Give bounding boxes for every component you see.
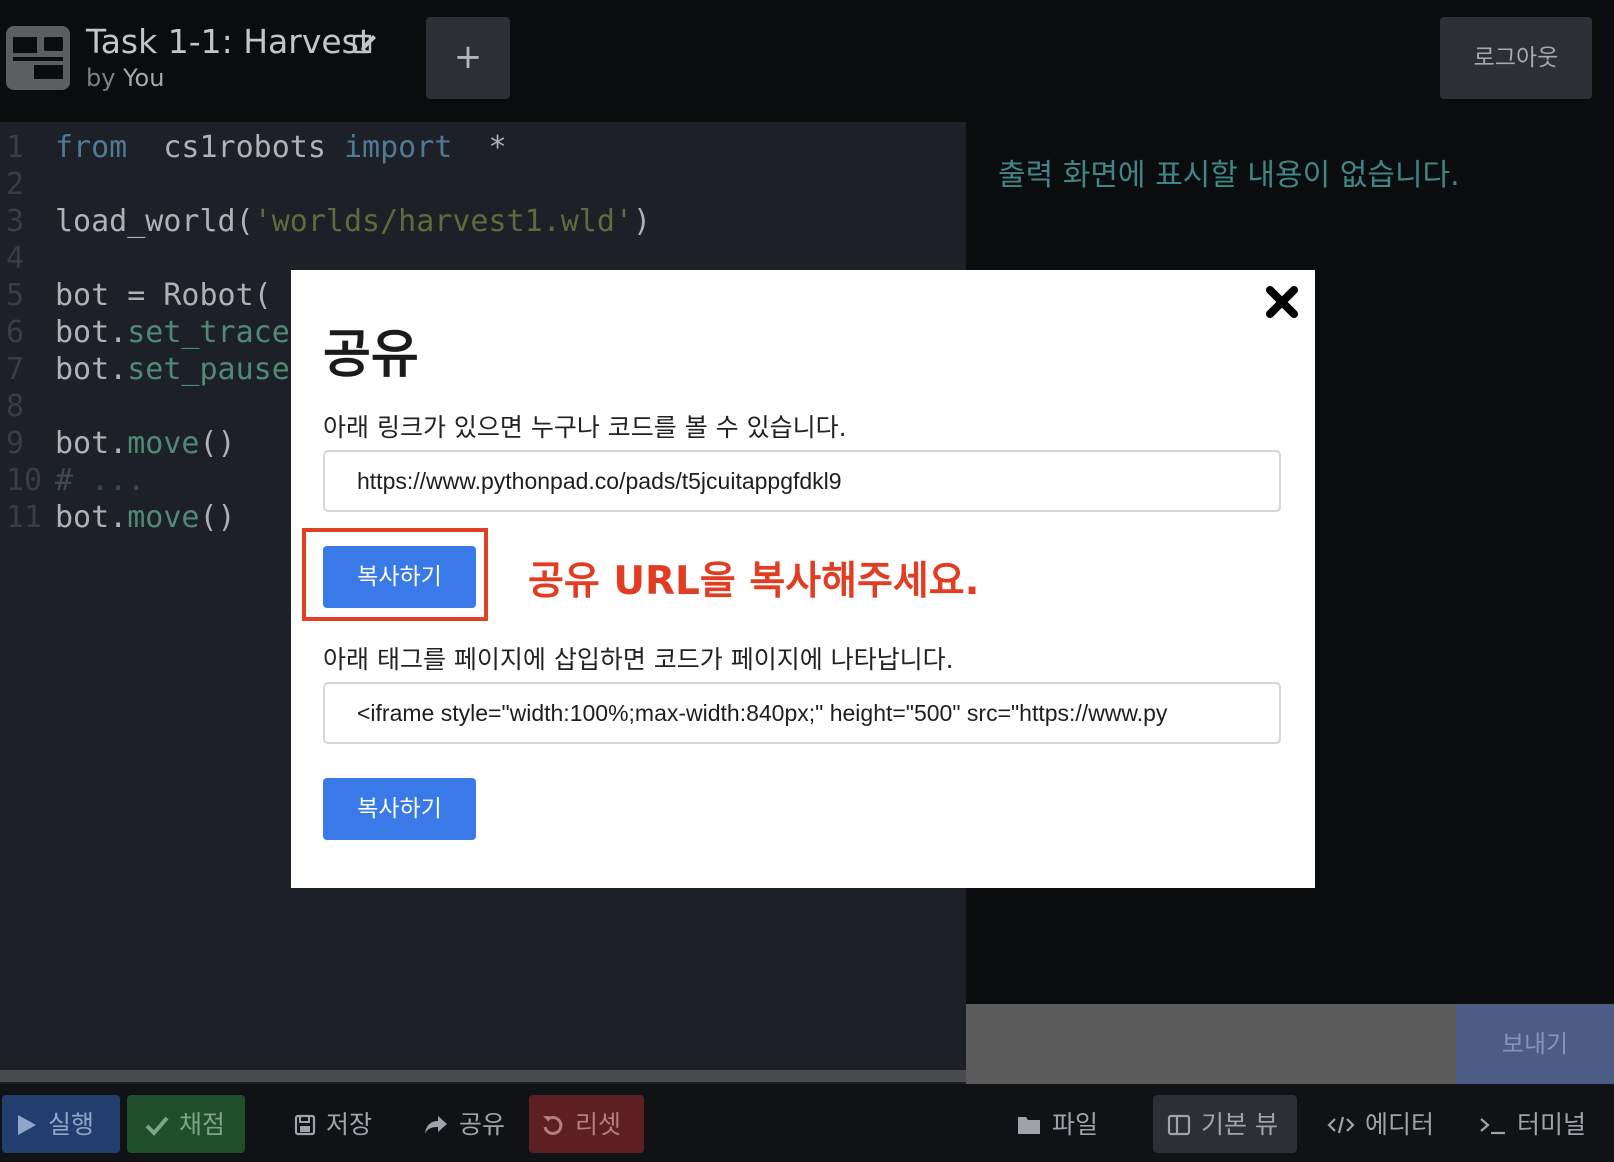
copy-embed-button[interactable]: 복사하기 [323, 778, 476, 840]
reset-button[interactable]: 리셋 [529, 1095, 644, 1153]
editor-view-button[interactable]: 에디터 [1327, 1095, 1434, 1153]
layout-icon [1167, 1114, 1191, 1136]
line-number: 10 [6, 463, 43, 498]
link-description: 아래 링크가 있으면 누구나 코드를 볼 수 있습니다. [323, 413, 847, 442]
add-pad-button[interactable]: + [426, 17, 510, 99]
files-label: 파일 [1052, 1110, 1099, 1139]
plus-icon: + [453, 37, 483, 77]
code-line[interactable]: 1 from cs1robots import * [0, 130, 966, 167]
line-number: 2 [6, 167, 25, 202]
line-number: 6 [6, 315, 25, 350]
terminal-icon [1480, 1118, 1505, 1135]
close-icon[interactable] [1264, 284, 1300, 320]
save-label: 저장 [326, 1110, 373, 1139]
share-modal: 공유 아래 링크가 있으면 누구나 코드를 볼 수 있습니다. https://… [291, 270, 1315, 888]
share-url-field[interactable]: https://www.pythonpad.co/pads/t5jcuitapp… [323, 450, 1281, 512]
app-logo[interactable] [6, 26, 70, 90]
code-icon [1327, 1116, 1355, 1134]
code-text: bot = Robot( [55, 278, 272, 313]
code-text: from cs1robots import * [55, 130, 507, 165]
line-number: 1 [6, 130, 25, 165]
line-number: 4 [6, 241, 25, 276]
code-text: load_world('worlds/harvest1.wld') [55, 204, 652, 239]
copy-url-button[interactable]: 복사하기 [323, 546, 476, 608]
share-icon [425, 1116, 447, 1134]
author-line: by You [86, 64, 164, 92]
save-button[interactable]: 저장 [294, 1095, 372, 1153]
embed-code-field[interactable]: <iframe style="width:100%;max-width:840p… [323, 682, 1281, 744]
default-view-label: 기본 뷰 [1201, 1110, 1278, 1139]
terminal-view-button[interactable]: 터미널 [1479, 1095, 1586, 1153]
share-label: 공유 [459, 1110, 506, 1139]
save-icon [294, 1114, 316, 1136]
share-button[interactable]: 공유 [423, 1095, 505, 1153]
editor-view-label: 에디터 [1365, 1110, 1435, 1139]
code-text: # ... [55, 463, 146, 498]
code-text: bot.set_trace [55, 315, 290, 350]
reset-label: 리셋 [575, 1110, 622, 1139]
line-number: 7 [6, 352, 25, 387]
code-text: bot.set_pause [55, 352, 290, 387]
folder-icon [1018, 1117, 1040, 1134]
run-button[interactable]: 실행 [2, 1095, 120, 1153]
code-text: bot.move() [55, 500, 236, 535]
line-number: 3 [6, 204, 25, 239]
code-text: bot.move() [55, 426, 236, 461]
logout-button[interactable]: 로그아웃 [1440, 17, 1592, 99]
embed-description: 아래 태그를 페이지에 삽입하면 코드가 페이지에 나타납니다. [323, 645, 954, 674]
play-icon [18, 1115, 36, 1135]
line-number: 8 [6, 389, 25, 424]
code-line[interactable]: 3 load_world('worlds/harvest1.wld') [0, 204, 966, 241]
output-empty-message: 출력 화면에 표시할 내용이 없습니다. [998, 158, 1460, 193]
line-number: 5 [6, 278, 25, 313]
grade-label: 채점 [179, 1110, 226, 1139]
terminal-input[interactable] [966, 1004, 1456, 1084]
default-view-button[interactable]: 기본 뷰 [1153, 1095, 1297, 1153]
terminal-view-label: 터미널 [1517, 1110, 1587, 1139]
send-button[interactable]: 보내기 [1456, 1004, 1614, 1084]
line-number: 9 [6, 426, 25, 461]
run-label: 실행 [48, 1110, 95, 1139]
editor-horizontal-scrollbar[interactable] [0, 1070, 966, 1082]
author-name: You [123, 64, 165, 92]
top-bar: Task 1-1: Harvest by You + 로그아웃 [0, 0, 1614, 122]
modal-title: 공유 [323, 325, 419, 385]
annotation-text: 공유 URL을 복사해주세요. [528, 559, 980, 604]
reset-icon [543, 1115, 563, 1135]
code-line[interactable]: 2 [0, 167, 966, 204]
line-number: 11 [6, 500, 43, 535]
pad-title: Task 1-1: Harvest [86, 22, 372, 61]
by-label: by [86, 64, 116, 92]
check-icon [145, 1116, 169, 1136]
grade-button[interactable]: 채점 [127, 1095, 245, 1153]
edit-icon[interactable] [352, 30, 378, 56]
files-button[interactable]: 파일 [1016, 1095, 1098, 1153]
bottom-toolbar: 실행 채점 저장 공유 리셋 파일 기본 뷰 에디터 터미널 [0, 1084, 1614, 1162]
